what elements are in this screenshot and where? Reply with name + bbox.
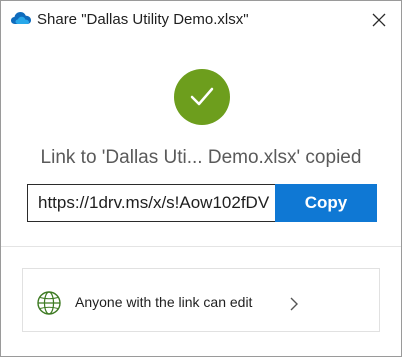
window-title: Share "Dallas Utility Demo.xlsx"	[37, 11, 249, 28]
link-url-input[interactable]	[28, 185, 275, 221]
copy-button[interactable]: Copy	[275, 184, 377, 222]
success-badge	[174, 69, 230, 125]
share-dialog: Share "Dallas Utility Demo.xlsx" Link to…	[0, 0, 402, 357]
link-permissions-button[interactable]: Anyone with the link can edit	[22, 268, 380, 332]
chevron-right-icon	[289, 297, 299, 311]
permission-label: Anyone with the link can edit	[75, 294, 253, 310]
link-copied-message: Link to 'Dallas Uti... Demo.xlsx' copied	[40, 147, 362, 168]
onedrive-cloud-icon	[10, 11, 32, 25]
close-button[interactable]	[363, 5, 395, 35]
close-icon	[372, 13, 386, 27]
checkmark-icon	[190, 87, 214, 106]
divider	[1, 246, 401, 247]
link-url-field[interactable]	[27, 184, 275, 222]
title-bar: Share "Dallas Utility Demo.xlsx"	[1, 1, 401, 39]
globe-icon	[37, 291, 61, 315]
